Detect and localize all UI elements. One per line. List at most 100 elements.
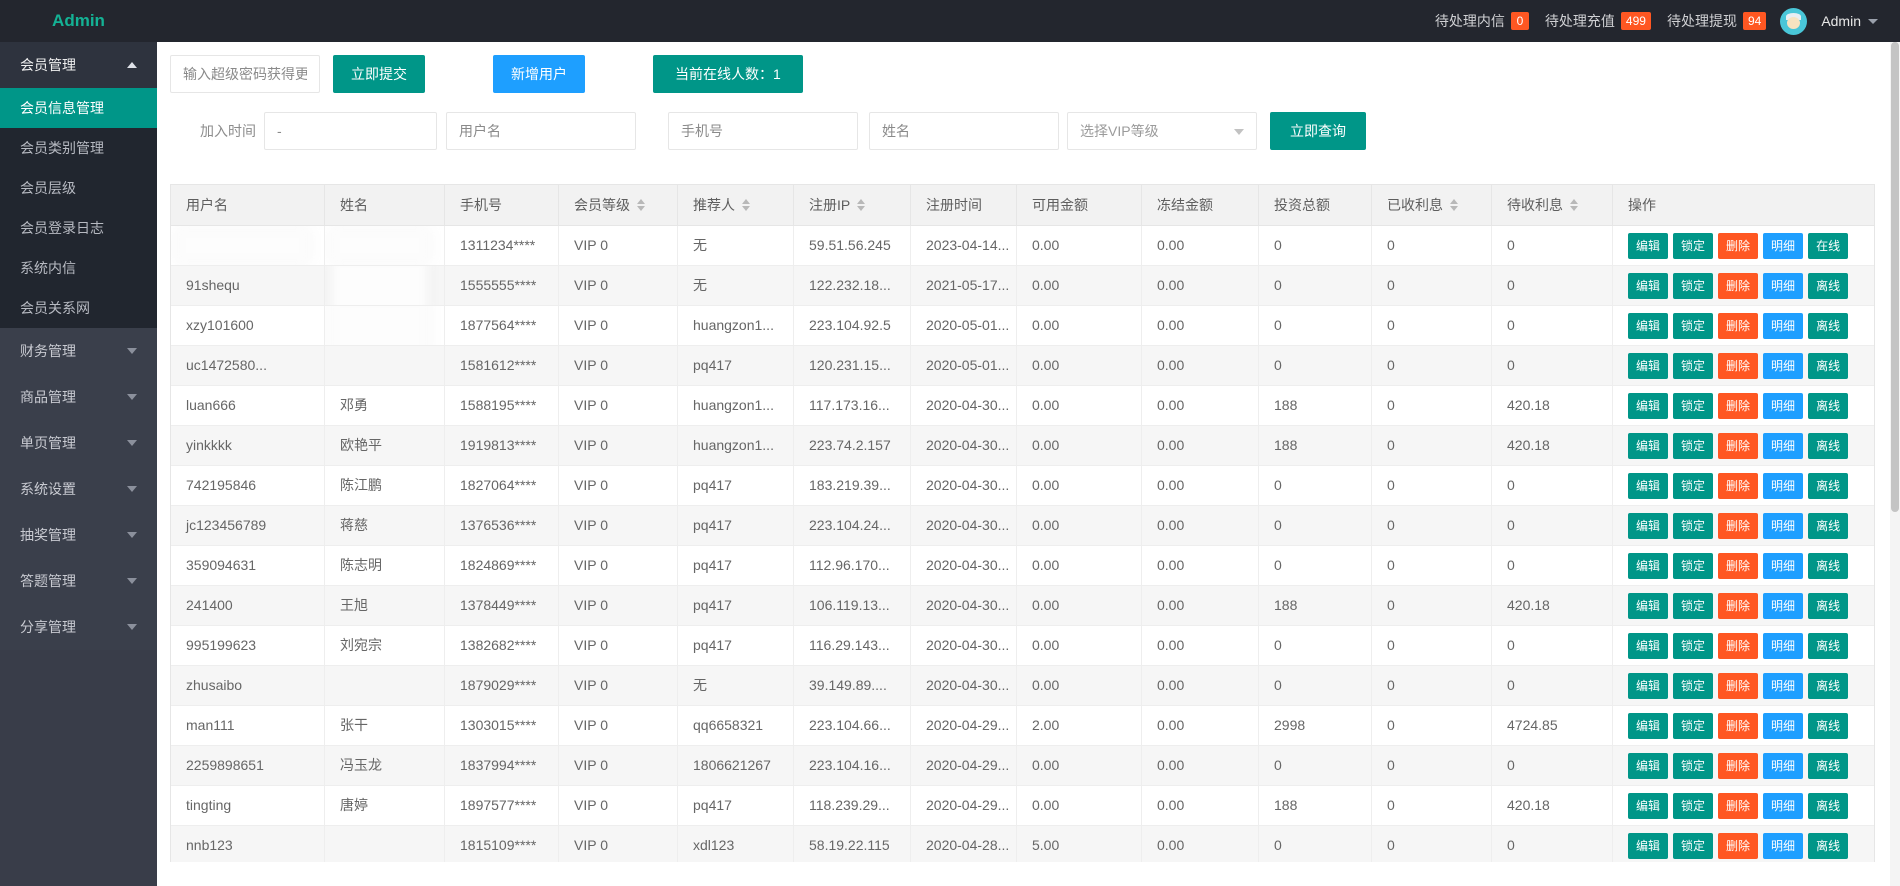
delete-button[interactable]: 删除 <box>1718 433 1758 459</box>
sort-icon[interactable] <box>742 199 750 211</box>
delete-button[interactable]: 删除 <box>1718 313 1758 339</box>
edit-button[interactable]: 编辑 <box>1628 313 1668 339</box>
edit-button[interactable]: 编辑 <box>1628 473 1668 499</box>
edit-button[interactable]: 编辑 <box>1628 553 1668 579</box>
lock-button[interactable]: 锁定 <box>1673 833 1713 859</box>
sort-icon[interactable] <box>1450 199 1458 211</box>
delete-button[interactable]: 删除 <box>1718 393 1758 419</box>
status-button[interactable]: 离线 <box>1808 473 1848 499</box>
status-button[interactable]: 离线 <box>1808 353 1848 379</box>
vip-level-select[interactable]: 选择VIP等级 <box>1067 112 1257 150</box>
username-filter-input[interactable] <box>446 112 636 150</box>
status-button[interactable]: 离线 <box>1808 793 1848 819</box>
edit-button[interactable]: 编辑 <box>1628 793 1668 819</box>
sidebar-group-商品管理[interactable]: 商品管理 <box>0 374 157 420</box>
edit-button[interactable]: 编辑 <box>1628 513 1668 539</box>
edit-button[interactable]: 编辑 <box>1628 673 1668 699</box>
status-button[interactable]: 离线 <box>1808 593 1848 619</box>
lock-button[interactable]: 锁定 <box>1673 553 1713 579</box>
sidebar-group-系统设置[interactable]: 系统设置 <box>0 466 157 512</box>
edit-button[interactable]: 编辑 <box>1628 633 1668 659</box>
status-button[interactable]: 离线 <box>1808 833 1848 859</box>
delete-button[interactable]: 删除 <box>1718 513 1758 539</box>
lock-button[interactable]: 锁定 <box>1673 793 1713 819</box>
pending-link[interactable]: 待处理内信0 <box>1435 11 1529 31</box>
status-button[interactable]: 离线 <box>1808 433 1848 459</box>
sidebar-group-财务管理[interactable]: 财务管理 <box>0 328 157 374</box>
lock-button[interactable]: 锁定 <box>1673 233 1713 259</box>
detail-button[interactable]: 明细 <box>1763 753 1803 779</box>
edit-button[interactable]: 编辑 <box>1628 233 1668 259</box>
scrollbar-thumb[interactable] <box>1891 42 1899 512</box>
sidebar-item-会员关系网[interactable]: 会员关系网 <box>0 288 157 328</box>
detail-button[interactable]: 明细 <box>1763 513 1803 539</box>
status-button[interactable]: 离线 <box>1808 753 1848 779</box>
edit-button[interactable]: 编辑 <box>1628 273 1668 299</box>
phone-filter-input[interactable] <box>668 112 858 150</box>
detail-button[interactable]: 明细 <box>1763 673 1803 699</box>
lock-button[interactable]: 锁定 <box>1673 633 1713 659</box>
detail-button[interactable]: 明细 <box>1763 713 1803 739</box>
sidebar-item-会员层级[interactable]: 会员层级 <box>0 168 157 208</box>
sidebar-group-抽奖管理[interactable]: 抽奖管理 <box>0 512 157 558</box>
lock-button[interactable]: 锁定 <box>1673 273 1713 299</box>
edit-button[interactable]: 编辑 <box>1628 433 1668 459</box>
sidebar-group-单页管理[interactable]: 单页管理 <box>0 420 157 466</box>
status-button[interactable]: 离线 <box>1808 273 1848 299</box>
lock-button[interactable]: 锁定 <box>1673 433 1713 459</box>
join-time-range-input[interactable] <box>264 112 437 150</box>
sidebar-group-答题管理[interactable]: 答题管理 <box>0 558 157 604</box>
search-button[interactable]: 立即查询 <box>1270 112 1366 150</box>
add-user-button[interactable]: 新增用户 <box>493 55 585 93</box>
user-avatar[interactable] <box>1780 8 1807 35</box>
detail-button[interactable]: 明细 <box>1763 633 1803 659</box>
lock-button[interactable]: 锁定 <box>1673 593 1713 619</box>
super-password-input[interactable] <box>170 55 320 93</box>
detail-button[interactable]: 明细 <box>1763 273 1803 299</box>
edit-button[interactable]: 编辑 <box>1628 593 1668 619</box>
edit-button[interactable]: 编辑 <box>1628 353 1668 379</box>
delete-button[interactable]: 删除 <box>1718 593 1758 619</box>
delete-button[interactable]: 删除 <box>1718 713 1758 739</box>
delete-button[interactable]: 删除 <box>1718 553 1758 579</box>
sort-icon[interactable] <box>857 199 865 211</box>
lock-button[interactable]: 锁定 <box>1673 353 1713 379</box>
status-button[interactable]: 离线 <box>1808 553 1848 579</box>
detail-button[interactable]: 明细 <box>1763 353 1803 379</box>
status-button[interactable]: 离线 <box>1808 673 1848 699</box>
delete-button[interactable]: 删除 <box>1718 353 1758 379</box>
sort-icon[interactable] <box>637 199 645 211</box>
status-button[interactable]: 离线 <box>1808 313 1848 339</box>
lock-button[interactable]: 锁定 <box>1673 753 1713 779</box>
page-scrollbar[interactable] <box>1890 42 1900 886</box>
lock-button[interactable]: 锁定 <box>1673 713 1713 739</box>
status-button[interactable]: 离线 <box>1808 713 1848 739</box>
delete-button[interactable]: 删除 <box>1718 753 1758 779</box>
sidebar-group-会员管理[interactable]: 会员管理 <box>0 42 157 88</box>
submit-button[interactable]: 立即提交 <box>333 55 425 93</box>
delete-button[interactable]: 删除 <box>1718 273 1758 299</box>
status-button[interactable]: 在线 <box>1808 233 1848 259</box>
detail-button[interactable]: 明细 <box>1763 473 1803 499</box>
sort-icon[interactable] <box>1570 199 1578 211</box>
sidebar-item-会员登录日志[interactable]: 会员登录日志 <box>0 208 157 248</box>
delete-button[interactable]: 删除 <box>1718 833 1758 859</box>
detail-button[interactable]: 明细 <box>1763 553 1803 579</box>
sidebar-item-会员信息管理[interactable]: 会员信息管理 <box>0 88 157 128</box>
detail-button[interactable]: 明细 <box>1763 313 1803 339</box>
edit-button[interactable]: 编辑 <box>1628 833 1668 859</box>
status-button[interactable]: 离线 <box>1808 393 1848 419</box>
edit-button[interactable]: 编辑 <box>1628 393 1668 419</box>
delete-button[interactable]: 删除 <box>1718 673 1758 699</box>
lock-button[interactable]: 锁定 <box>1673 393 1713 419</box>
delete-button[interactable]: 删除 <box>1718 233 1758 259</box>
lock-button[interactable]: 锁定 <box>1673 513 1713 539</box>
status-button[interactable]: 离线 <box>1808 513 1848 539</box>
lock-button[interactable]: 锁定 <box>1673 673 1713 699</box>
sidebar-item-系统内信[interactable]: 系统内信 <box>0 248 157 288</box>
detail-button[interactable]: 明细 <box>1763 433 1803 459</box>
edit-button[interactable]: 编辑 <box>1628 753 1668 779</box>
sidebar-group-分享管理[interactable]: 分享管理 <box>0 604 157 650</box>
detail-button[interactable]: 明细 <box>1763 833 1803 859</box>
delete-button[interactable]: 删除 <box>1718 793 1758 819</box>
